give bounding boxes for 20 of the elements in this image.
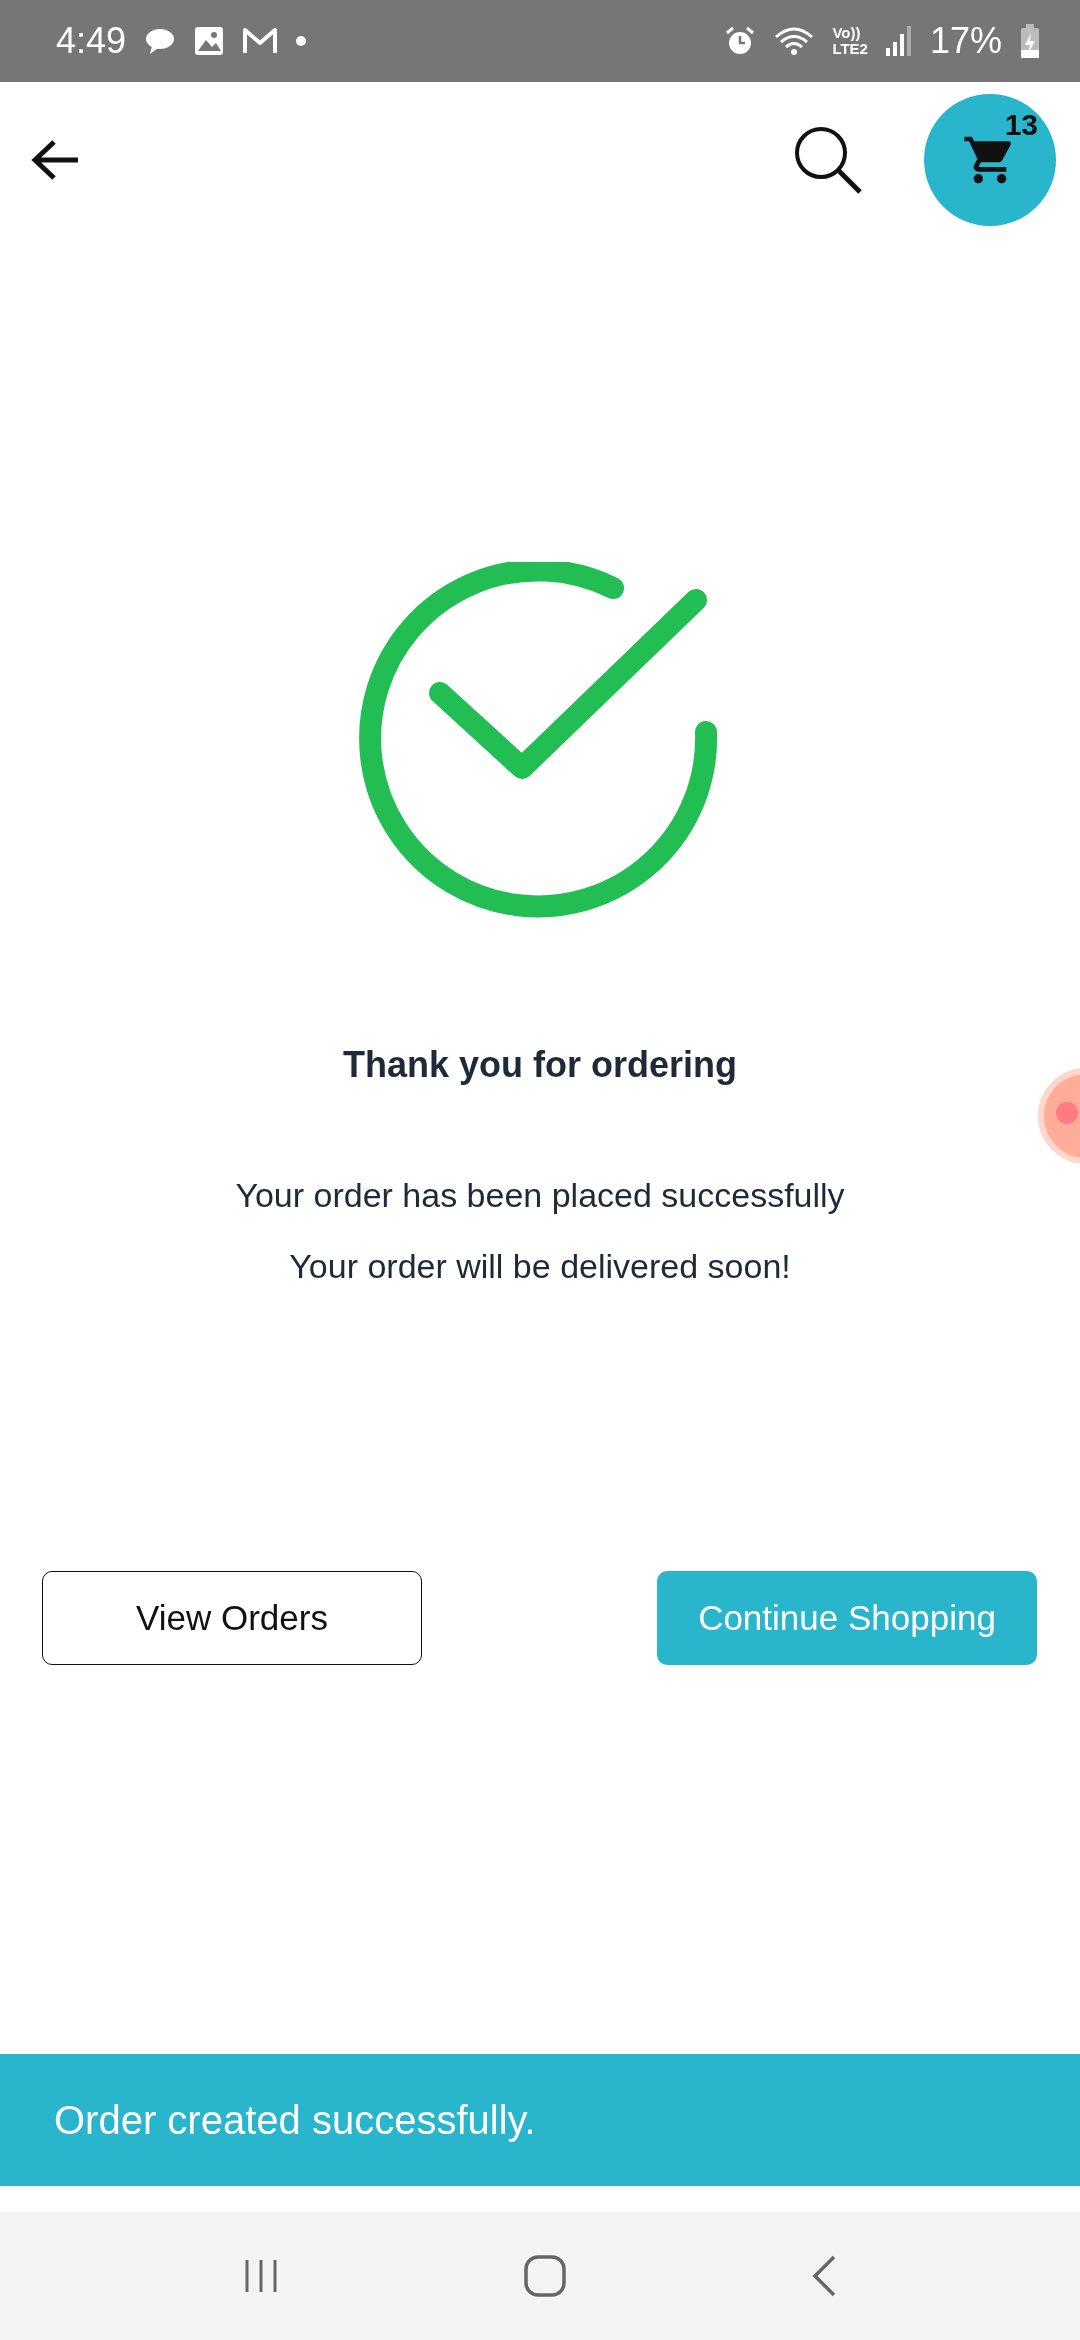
confirmation-title: Thank you for ordering: [343, 1044, 737, 1086]
network-label: Vo)): [832, 25, 862, 41]
signal-icon: [885, 26, 912, 56]
battery-icon: [1020, 24, 1040, 58]
confirmation-message: Your order will be delivered soon!: [289, 1247, 791, 1286]
cart-button[interactable]: 13: [924, 93, 1056, 226]
battery-percent: 17%: [929, 20, 1002, 62]
dot-icon: [296, 36, 307, 46]
image-icon: [194, 26, 225, 56]
network-label: LTE2: [832, 41, 868, 57]
chat-icon: [144, 26, 177, 56]
mail-icon: [242, 26, 279, 56]
status-time: 4:49: [56, 20, 127, 62]
home-button[interactable]: [523, 2254, 567, 2298]
snackbar-message: Order created successfully.: [54, 2097, 536, 2143]
view-orders-button[interactable]: View Orders: [42, 1571, 422, 1665]
confirmation-message: Your order has been placed successfully: [235, 1176, 845, 1215]
wifi-icon: [774, 25, 815, 57]
cart-count-label: 13: [1004, 107, 1038, 142]
alarm-icon: [724, 25, 757, 57]
